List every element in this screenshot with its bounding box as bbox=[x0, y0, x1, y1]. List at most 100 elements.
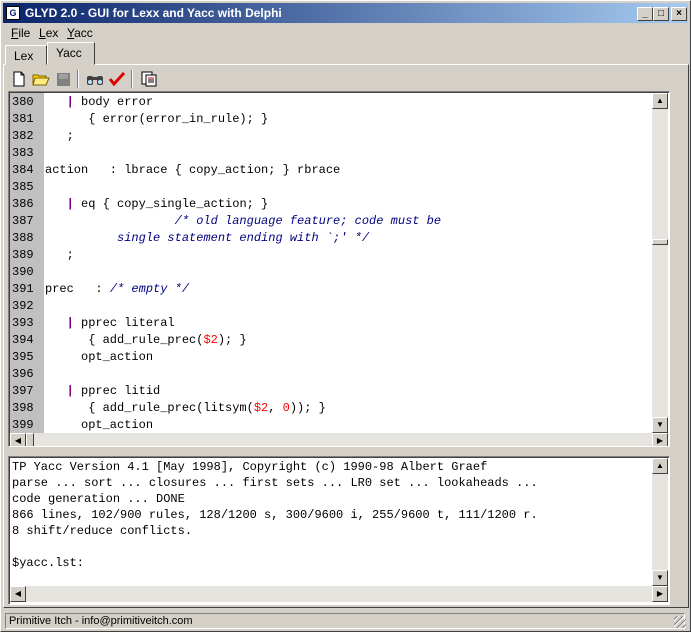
code-text: ; bbox=[45, 129, 74, 143]
code-text: /* old language feature; code must be bbox=[174, 214, 442, 228]
resize-grip-icon[interactable] bbox=[674, 616, 686, 628]
toolbar-separator bbox=[131, 70, 133, 88]
scroll-right-button[interactable]: ▶ bbox=[652, 433, 668, 446]
code-text: | eq { copy_single_action; } bbox=[66, 197, 269, 211]
menu-lex[interactable]: Lex bbox=[39, 26, 58, 40]
output-line: 8 shift/reduce conflicts. bbox=[12, 524, 193, 538]
line-number: 380 bbox=[12, 95, 34, 109]
line-number: 387 bbox=[12, 214, 34, 228]
maximize-icon: □ bbox=[657, 8, 665, 19]
code-text: | pprec litid bbox=[66, 384, 161, 398]
code-editor[interactable]: 380 | body error 381 { error(error_in_rul… bbox=[8, 91, 670, 447]
window-title: GLYD 2.0 - GUI for Lexx and Yacc with De… bbox=[25, 6, 282, 20]
code-text: { add_rule_prec(litsym($2, 0)); } bbox=[45, 401, 326, 415]
line-number: 390 bbox=[12, 265, 34, 279]
editor-horizontal-scrollbar[interactable]: ◀ ▶ bbox=[10, 433, 668, 446]
maximize-button[interactable]: □ bbox=[653, 7, 669, 21]
arrow-left-icon: ◀ bbox=[14, 436, 22, 445]
open-folder-icon bbox=[32, 74, 50, 86]
code-text: | pprec literal bbox=[66, 316, 175, 330]
line-number: 393 bbox=[12, 316, 34, 330]
arrow-up-icon: ▲ bbox=[656, 461, 664, 470]
menu-yacc[interactable]: Yacc bbox=[67, 26, 93, 40]
pane-splitter[interactable] bbox=[8, 447, 668, 455]
save-button[interactable] bbox=[53, 69, 73, 89]
output-vertical-scrollbar[interactable]: ▲ ▼ bbox=[652, 458, 668, 586]
code-text: ; bbox=[45, 248, 74, 262]
code-text: prec : /* empty */ bbox=[45, 282, 190, 296]
line-number: 385 bbox=[12, 180, 34, 194]
line-number: 388 bbox=[12, 231, 34, 245]
output-log[interactable]: TP Yacc Version 4.1 [May 1998], Copyrigh… bbox=[8, 456, 670, 605]
find-binoculars-icon bbox=[87, 76, 103, 85]
app-icon[interactable]: G bbox=[6, 6, 20, 20]
open-file-button[interactable] bbox=[31, 69, 51, 89]
close-icon: × bbox=[676, 8, 682, 19]
report-button[interactable] bbox=[139, 69, 159, 89]
arrow-right-icon: ▶ bbox=[656, 589, 664, 598]
line-number: 382 bbox=[12, 129, 34, 143]
menu-file[interactable]: File bbox=[11, 26, 30, 40]
output-line: parse ... sort ... closures ... first se… bbox=[12, 476, 538, 490]
scroll-left-button[interactable]: ◀ bbox=[10, 433, 26, 446]
scroll-up-button[interactable]: ▲ bbox=[652, 458, 668, 474]
close-button[interactable]: × bbox=[671, 7, 687, 21]
save-disabled-icon bbox=[56, 72, 70, 86]
arrow-down-icon: ▼ bbox=[656, 573, 664, 582]
line-number: 381 bbox=[12, 112, 34, 126]
output-lines: TP Yacc Version 4.1 [May 1998], Copyrigh… bbox=[12, 459, 538, 571]
line-number: 386 bbox=[12, 197, 34, 211]
code-text: | body error bbox=[66, 95, 154, 109]
arrow-down-icon: ▼ bbox=[656, 420, 664, 429]
toolbar-separator bbox=[77, 70, 79, 88]
status-text: Primitive Itch - info@primitiveitch.com bbox=[5, 613, 685, 629]
line-number: 389 bbox=[12, 248, 34, 262]
output-line: $yacc.lst: bbox=[12, 556, 85, 570]
scroll-thumb[interactable] bbox=[652, 239, 668, 245]
tab-yacc[interactable]: Yacc bbox=[47, 42, 95, 65]
output-horizontal-scrollbar[interactable]: ◀ ▶ bbox=[10, 586, 668, 602]
title-bar[interactable]: G GLYD 2.0 - GUI for Lexx and Yacc with … bbox=[3, 3, 688, 23]
output-line: code generation ... DONE bbox=[12, 492, 185, 506]
code-text: opt_action bbox=[45, 418, 154, 432]
code-text: { error(error_in_rule); } bbox=[45, 112, 269, 126]
toolbar bbox=[7, 68, 677, 90]
compile-button[interactable] bbox=[107, 69, 127, 89]
arrow-right-icon: ▶ bbox=[656, 436, 664, 445]
find-button[interactable] bbox=[85, 69, 105, 89]
line-number: 397 bbox=[12, 384, 34, 398]
main-window: G GLYD 2.0 - GUI for Lexx and Yacc with … bbox=[0, 0, 691, 632]
report-icon bbox=[141, 71, 157, 87]
scroll-down-button[interactable]: ▼ bbox=[652, 417, 668, 433]
line-number: 394 bbox=[12, 333, 34, 347]
arrow-left-icon: ◀ bbox=[14, 589, 22, 598]
arrow-up-icon: ▲ bbox=[656, 96, 664, 105]
line-number: 391 bbox=[12, 282, 34, 296]
status-bar: Primitive Itch - info@primitiveitch.com bbox=[3, 612, 688, 630]
output-line: 866 lines, 102/900 rules, 128/1200 s, 30… bbox=[12, 508, 538, 522]
new-file-icon bbox=[13, 71, 25, 87]
line-number: 383 bbox=[12, 146, 34, 160]
check-icon bbox=[108, 71, 126, 87]
minimize-icon: _ bbox=[642, 8, 648, 19]
scroll-thumb[interactable] bbox=[26, 433, 34, 446]
line-number: 399 bbox=[12, 418, 34, 432]
scroll-left-button[interactable]: ◀ bbox=[10, 586, 26, 602]
line-number: 396 bbox=[12, 367, 34, 381]
new-file-button[interactable] bbox=[9, 69, 29, 89]
tab-lex[interactable]: Lex bbox=[5, 45, 47, 65]
scroll-up-button[interactable]: ▲ bbox=[652, 93, 668, 109]
line-number: 395 bbox=[12, 350, 34, 364]
line-number: 384 bbox=[12, 163, 34, 177]
editor-vertical-scrollbar[interactable]: ▲ ▼ bbox=[652, 93, 668, 433]
code-text: single statement ending with `;' */ bbox=[45, 231, 370, 245]
scroll-right-button[interactable]: ▶ bbox=[652, 586, 668, 602]
tab-strip: Lex Yacc bbox=[5, 42, 685, 65]
code-text: action : lbrace { copy_action; } rbrace bbox=[45, 163, 341, 177]
line-number: 392 bbox=[12, 299, 34, 313]
minimize-button[interactable]: _ bbox=[637, 7, 653, 21]
code-text: opt_action bbox=[45, 350, 154, 364]
scroll-down-button[interactable]: ▼ bbox=[652, 570, 668, 586]
code-text: { add_rule_prec($2); } bbox=[45, 333, 247, 347]
